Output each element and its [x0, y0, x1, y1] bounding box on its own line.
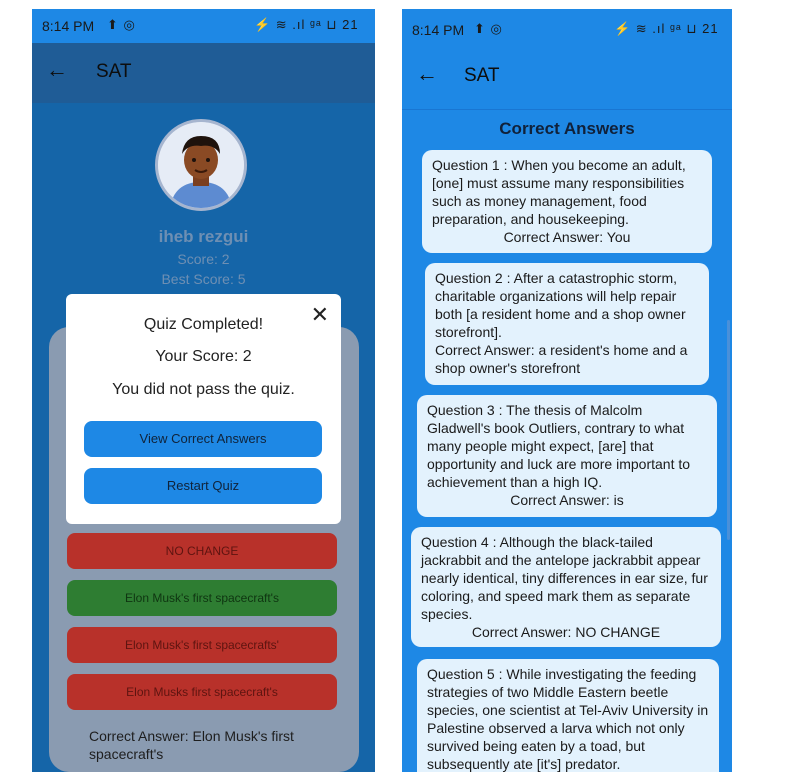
- user-best-score: Best Score: 5: [161, 271, 246, 287]
- restart-quiz-button[interactable]: Restart Quiz: [84, 468, 322, 504]
- status-system-icons: ⚡ ≋ .ıl ᵍᵃ ⊔ 21: [614, 21, 719, 36]
- question-text: Question 2 : After a catastrophic storm,…: [435, 270, 686, 340]
- answer-option-2[interactable]: Elon Musk's first spacecraft's: [67, 580, 337, 616]
- question-text: Question 4 : Although the black-tailed j…: [421, 534, 708, 622]
- dialog-message: You did not pass the quiz.: [112, 381, 295, 398]
- avatar-illustration: [158, 122, 244, 208]
- avatar: [155, 119, 247, 211]
- question-text: Question 5 : While investigating the fee…: [427, 666, 709, 772]
- status-bar: 8:14 PM ⬆ ◎ ⚡ ≋ .ıl ᵍᵃ ⊔ 21: [32, 9, 375, 43]
- status-time: 8:14 PM: [412, 22, 465, 38]
- question-text: Question 1 : When you become an adult, […: [432, 157, 686, 227]
- app-title: SAT: [96, 61, 132, 82]
- dialog-title: Quiz Completed!: [143, 316, 264, 333]
- status-app-icons: ⬆ ◎: [107, 17, 136, 32]
- status-app-icons: ⬆ ◎: [474, 21, 503, 36]
- question-text: Question 3 : The thesis of Malcolm Gladw…: [427, 402, 691, 490]
- quiz-completed-dialog: ✕ Quiz Completed! Your Score: 2 You did …: [66, 294, 341, 524]
- correct-answer: Correct Answer: a resident's home and a …: [435, 342, 688, 376]
- answer-card: Question 1 : When you become an adult, […: [422, 150, 712, 253]
- view-correct-answers-button[interactable]: View Correct Answers: [84, 421, 322, 457]
- answer-card: Question 4 : Although the black-tailed j…: [411, 527, 721, 647]
- correct-answer: Correct Answer: You: [503, 229, 631, 245]
- app-bar: ← SAT: [32, 43, 375, 103]
- answer-card: Question 5 : While investigating the fee…: [417, 659, 719, 772]
- correct-answer-text: Correct Answer: Elon Musk's first spacec…: [89, 728, 294, 762]
- answer-card: Question 2 : After a catastrophic storm,…: [425, 263, 709, 385]
- back-arrow-icon[interactable]: ←: [416, 61, 438, 87]
- correct-answers-screen: 8:14 PM ⬆ ◎ ⚡ ≋ .ıl ᵍᵃ ⊔ 21 ← SAT Correc…: [402, 9, 732, 772]
- answer-option-3[interactable]: Elon Musk's first spacecrafts': [67, 627, 337, 663]
- app-title: SAT: [464, 65, 500, 86]
- answer-option-4[interactable]: Elon Musks first spacecraft's: [67, 674, 337, 710]
- correct-answer: Correct Answer: is: [510, 492, 624, 508]
- answer-card: Question 3 : The thesis of Malcolm Gladw…: [417, 395, 717, 517]
- back-arrow-icon[interactable]: ←: [46, 57, 68, 83]
- section-title: Correct Answers: [499, 119, 635, 138]
- answer-option-1[interactable]: NO CHANGE: [67, 533, 337, 569]
- status-bar: 8:14 PM ⬆ ◎ ⚡ ≋ .ıl ᵍᵃ ⊔ 21: [402, 9, 732, 51]
- user-name: iheb rezgui: [158, 227, 249, 246]
- dialog-score: Your Score: 2: [155, 348, 252, 365]
- correct-answer: Correct Answer: NO CHANGE: [471, 624, 661, 640]
- status-time: 8:14 PM: [42, 18, 95, 34]
- status-system-icons: ⚡ ≋ .ıl ᵍᵃ ⊔ 21: [254, 17, 359, 32]
- app-bar: ← SAT: [402, 51, 732, 110]
- quiz-result-screen: 8:14 PM ⬆ ◎ ⚡ ≋ .ıl ᵍᵃ ⊔ 21 ← SAT iheb r…: [32, 9, 375, 772]
- scrollbar[interactable]: [727, 320, 730, 540]
- user-score: Score: 2: [177, 251, 230, 267]
